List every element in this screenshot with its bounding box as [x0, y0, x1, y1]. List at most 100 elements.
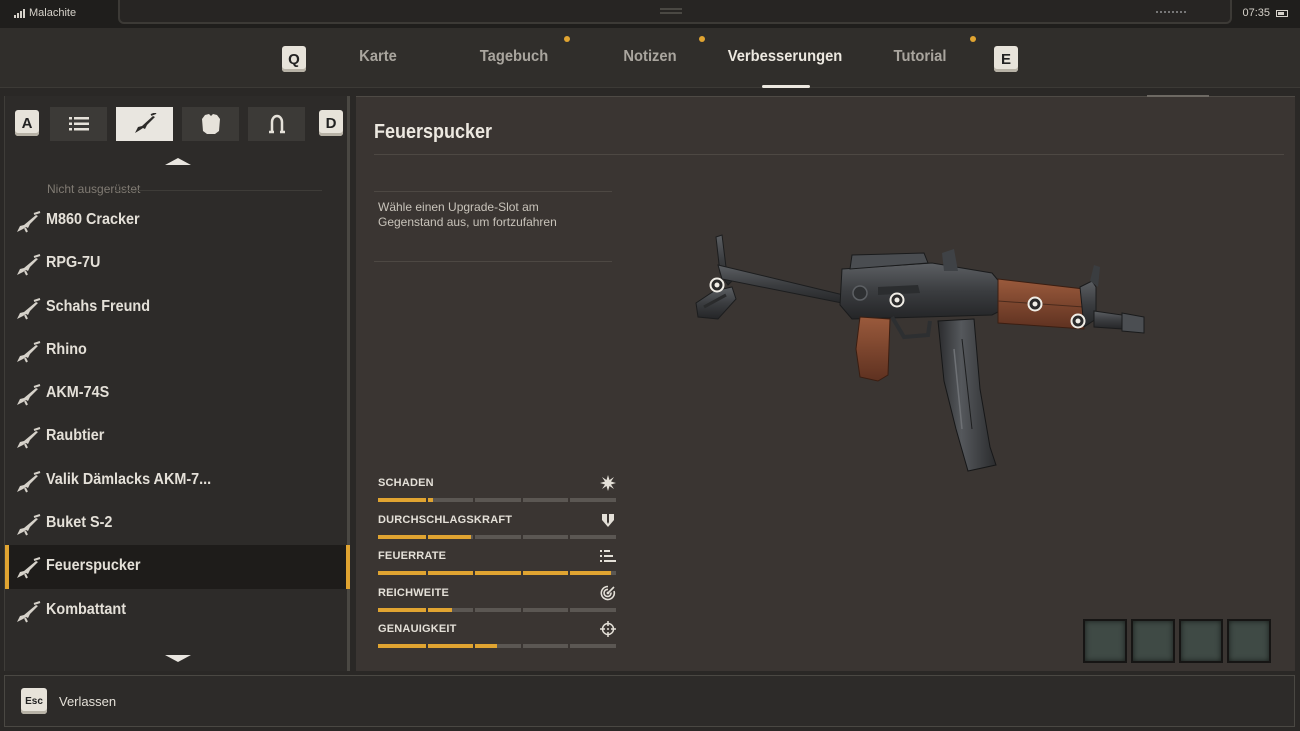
stat-bar-separator — [425, 644, 428, 649]
upgrade-divider-1 — [374, 191, 612, 192]
explosion-icon — [600, 475, 616, 491]
rifle-icon — [17, 384, 41, 406]
upgrade-slot[interactable] — [1179, 619, 1223, 663]
filter-all[interactable] — [50, 107, 107, 141]
rifle-icon — [17, 297, 41, 320]
tab-notizen[interactable]: Notizen — [581, 48, 719, 66]
upgrade-slot[interactable] — [1131, 619, 1175, 663]
weapon-name: Kombattant — [46, 600, 127, 618]
upgrade-marker-handguard[interactable] — [1027, 296, 1043, 312]
filter-artifacts[interactable] — [248, 107, 305, 141]
prev-tab-key[interactable]: Q — [282, 46, 306, 72]
upgrade-slot[interactable] — [1227, 619, 1271, 663]
status-carrier: Malachite — [14, 7, 76, 19]
weapon-list-item[interactable]: Kombattant — [5, 589, 350, 632]
weapon-name: AKM-74S — [46, 384, 110, 402]
stat-row: SCHADEN — [378, 475, 616, 514]
footer-bar: Esc Verlassen — [4, 675, 1295, 727]
stat-bar — [378, 571, 616, 576]
title-divider — [374, 154, 1284, 155]
next-tab-key[interactable]: E — [994, 46, 1018, 72]
stat-bar-fill — [378, 644, 497, 649]
rifle-icon — [17, 557, 41, 579]
tab-karte[interactable]: Karte — [309, 48, 447, 66]
top-navigation: Q Karte Tagebuch Notizen Verbesserungen … — [0, 28, 1300, 88]
next-filter-key[interactable]: D — [319, 110, 343, 136]
status-bar: Malachite 07:35 — [0, 0, 1300, 28]
stat-bar-fill — [378, 534, 471, 539]
rifle-icon — [17, 600, 41, 623]
stat-bar-separator — [520, 498, 523, 502]
filter-armor[interactable] — [182, 107, 239, 141]
armor-icon — [201, 114, 220, 134]
tab-tagebuch[interactable]: Tagebuch — [445, 48, 583, 66]
weapon-list-item[interactable]: Schahs Freund — [5, 286, 350, 329]
section-divider — [115, 190, 322, 191]
rifle-icon — [134, 113, 156, 133]
stat-bar-separator — [520, 644, 523, 649]
tab-verbesserungen[interactable]: Verbesserungen — [716, 48, 854, 66]
stat-label: GENAUIGKEIT — [378, 623, 457, 636]
weapon-title: Feuerspucker — [374, 121, 493, 143]
stat-bar-separator — [568, 607, 571, 612]
stat-bar-separator — [473, 644, 476, 649]
weapon-list-item[interactable]: Rhino — [5, 329, 350, 372]
frame-dots — [1156, 11, 1186, 13]
fire-rate-icon — [600, 550, 616, 563]
accuracy-icon — [600, 621, 616, 638]
weapon-detail-panel: Feuerspucker Wähle einen Upgrade-Slot am… — [356, 95, 1295, 671]
upgrade-marker-stock[interactable] — [709, 277, 725, 293]
clock: 07:35 — [1242, 7, 1270, 19]
upgrade-marker-receiver[interactable] — [889, 292, 905, 308]
stat-bar-separator — [425, 607, 428, 612]
weapon-name: RPG-7U — [46, 254, 101, 272]
upgrade-divider-2 — [374, 261, 612, 262]
battery-icon — [1276, 9, 1288, 17]
signal-icon — [14, 8, 25, 18]
weapon-name: Buket S-2 — [46, 514, 113, 532]
top-frame — [118, 0, 1232, 24]
upgrade-slot[interactable] — [1083, 619, 1127, 663]
stat-bar-fill — [378, 498, 433, 502]
stat-bar-separator — [473, 607, 476, 612]
stat-bar-separator — [520, 607, 523, 612]
inventory-panel: A D Nicht ausgerüstet M860 Cracker RPG-7U… — [4, 96, 350, 671]
weapon-name: Schahs Freund — [46, 297, 151, 315]
active-tab-indicator — [762, 85, 810, 88]
scroll-down-arrow[interactable] — [165, 655, 191, 662]
weapon-list-item[interactable]: RPG-7U — [5, 242, 350, 285]
weapon-list-item[interactable]: Feuerspucker — [5, 545, 350, 589]
tab-tutorial[interactable]: Tutorial — [851, 48, 989, 66]
weapon-list-item[interactable]: M860 Cracker — [5, 199, 350, 242]
stat-label: FEUERRATE — [378, 550, 447, 563]
stat-bar — [378, 534, 616, 539]
rifle-icon — [17, 427, 41, 449]
scroll-up-arrow[interactable] — [165, 158, 191, 165]
status-time: 07:35 — [1242, 7, 1288, 19]
stat-bar — [378, 644, 616, 649]
esc-key[interactable]: Esc — [21, 688, 47, 714]
weapon-list-item[interactable]: Raubtier — [5, 415, 350, 458]
weapon-list-item[interactable]: Buket S-2 — [5, 502, 350, 545]
rifle-icon — [17, 340, 41, 363]
stat-row: GENAUIGKEIT — [378, 621, 616, 660]
stat-bar — [378, 607, 616, 612]
weapon-list-item[interactable]: Valik Dämlacks AKM-7... — [5, 459, 350, 502]
upgrade-marker-barrel[interactable] — [1070, 313, 1086, 329]
stat-row: DURCHSCHLAGSKRAFT — [378, 513, 616, 551]
penetration-icon — [602, 513, 614, 527]
stat-bar — [378, 498, 616, 502]
stat-bar-separator — [568, 534, 571, 539]
exit-button[interactable]: Verlassen — [59, 694, 116, 709]
rifle-icon — [17, 254, 41, 276]
weapon-stats: SCHADEN DURCHSCHLAGSKRAFT FEUERRATE REICHWE… — [378, 475, 616, 660]
filter-weapons[interactable] — [116, 107, 173, 141]
stat-bar-separator — [473, 498, 476, 502]
stat-bar-fill — [378, 571, 612, 576]
prev-filter-key[interactable]: A — [15, 110, 39, 136]
tutorial-notification-dot — [970, 36, 976, 42]
weapon-name: M860 Cracker — [46, 211, 140, 228]
weapon-list-item[interactable]: AKM-74S — [5, 372, 350, 415]
notizen-notification-dot — [699, 36, 705, 42]
tagebuch-notification-dot — [564, 36, 570, 42]
